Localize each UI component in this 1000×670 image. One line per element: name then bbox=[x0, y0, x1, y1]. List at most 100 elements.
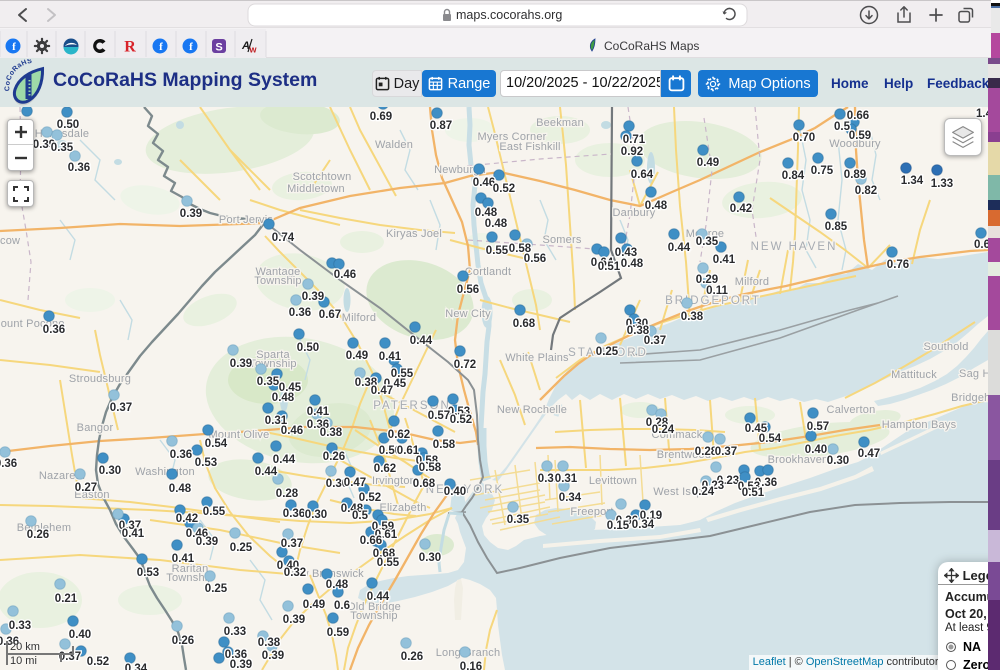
svg-text:0.58: 0.58 bbox=[419, 462, 442, 474]
svg-text:Hampton Bays: Hampton Bays bbox=[882, 419, 957, 431]
svg-text:0.66: 0.66 bbox=[847, 110, 869, 122]
svg-text:0.55: 0.55 bbox=[377, 557, 400, 569]
svg-text:0.92: 0.92 bbox=[621, 146, 643, 158]
svg-text:0.72: 0.72 bbox=[454, 359, 476, 371]
svg-text:0.16: 0.16 bbox=[460, 661, 482, 670]
svg-text:0.62: 0.62 bbox=[388, 429, 410, 441]
svg-text:0.30: 0.30 bbox=[99, 465, 121, 477]
svg-text:0.32: 0.32 bbox=[284, 567, 306, 579]
svg-text:0.44: 0.44 bbox=[255, 466, 278, 478]
svg-text:0.76: 0.76 bbox=[887, 259, 909, 271]
svg-text:New Rochelle: New Rochelle bbox=[497, 404, 567, 416]
svg-text:0.70: 0.70 bbox=[793, 132, 815, 144]
svg-text:0.36: 0.36 bbox=[68, 162, 90, 174]
svg-text:Milford: Milford bbox=[342, 312, 376, 324]
svg-text:0.40: 0.40 bbox=[69, 629, 91, 641]
svg-text:0.55: 0.55 bbox=[486, 245, 509, 257]
svg-text:0.39: 0.39 bbox=[283, 614, 305, 626]
svg-text:0.39: 0.39 bbox=[230, 358, 252, 370]
svg-text:0.40: 0.40 bbox=[444, 486, 466, 498]
svg-text:Bangor: Bangor bbox=[77, 422, 114, 434]
svg-text:0.74: 0.74 bbox=[272, 232, 295, 244]
svg-text:0.37: 0.37 bbox=[644, 335, 666, 347]
svg-text:0.51: 0.51 bbox=[742, 487, 765, 499]
svg-text:0.36: 0.36 bbox=[43, 324, 65, 336]
svg-text:0.25: 0.25 bbox=[596, 346, 619, 358]
svg-text:0.15: 0.15 bbox=[607, 520, 630, 532]
svg-text:0.35: 0.35 bbox=[696, 236, 719, 248]
svg-text:0.89: 0.89 bbox=[844, 169, 866, 181]
svg-text:0.48: 0.48 bbox=[272, 392, 295, 404]
svg-text:Sag Ha: Sag Ha bbox=[959, 368, 988, 380]
svg-text:Irvington: Irvington bbox=[372, 475, 416, 487]
svg-text:1.34: 1.34 bbox=[901, 175, 924, 187]
svg-text:0.67: 0.67 bbox=[319, 309, 341, 321]
svg-text:Township: Township bbox=[254, 275, 301, 287]
svg-text:cow: cow bbox=[0, 235, 20, 247]
svg-text:Kiryas Joel: Kiryas Joel bbox=[386, 228, 442, 240]
svg-text:0.47: 0.47 bbox=[371, 385, 393, 397]
svg-text:0.58: 0.58 bbox=[433, 439, 456, 451]
svg-text:0.85: 0.85 bbox=[825, 221, 848, 233]
svg-text:0.30: 0.30 bbox=[827, 455, 849, 467]
svg-text:0.48: 0.48 bbox=[621, 258, 644, 270]
svg-text:0.41: 0.41 bbox=[307, 406, 330, 418]
svg-text:0.30: 0.30 bbox=[419, 552, 441, 564]
svg-text:0.82: 0.82 bbox=[855, 185, 877, 197]
svg-text:0.39: 0.39 bbox=[196, 536, 218, 548]
svg-text:f: f bbox=[189, 41, 193, 53]
svg-text:0.37: 0.37 bbox=[715, 446, 737, 458]
svg-text:0.33: 0.33 bbox=[224, 626, 246, 638]
svg-text:0.42: 0.42 bbox=[176, 513, 198, 525]
svg-text:f: f bbox=[12, 41, 16, 53]
svg-text:New City: New City bbox=[445, 308, 491, 320]
svg-text:0.26: 0.26 bbox=[401, 651, 423, 663]
svg-text:East Fishkill: East Fishkill bbox=[499, 141, 560, 153]
svg-text:0.28: 0.28 bbox=[276, 488, 299, 500]
svg-text:0.56: 0.56 bbox=[524, 253, 546, 265]
svg-text:Somers: Somers bbox=[542, 234, 581, 246]
svg-text:0.49: 0.49 bbox=[346, 350, 368, 362]
svg-text:Stroudsburg: Stroudsburg bbox=[69, 373, 131, 385]
svg-text:0.30: 0.30 bbox=[305, 509, 327, 521]
svg-text:0.44: 0.44 bbox=[410, 335, 433, 347]
svg-text:0.44: 0.44 bbox=[367, 591, 390, 603]
svg-text:Township: Township bbox=[350, 610, 397, 622]
svg-text:Southold: Southold bbox=[923, 341, 968, 353]
svg-text:0.21: 0.21 bbox=[55, 593, 78, 605]
svg-text:0.87: 0.87 bbox=[430, 120, 452, 132]
svg-text:Walden: Walden bbox=[375, 139, 413, 151]
svg-text:0.52: 0.52 bbox=[450, 414, 472, 426]
svg-text:0.36: 0.36 bbox=[289, 307, 311, 319]
svg-text:0.38: 0.38 bbox=[320, 427, 343, 439]
svg-text:0.11: 0.11 bbox=[706, 285, 728, 297]
svg-text:0.39: 0.39 bbox=[230, 659, 252, 670]
svg-text:0.53: 0.53 bbox=[137, 567, 159, 579]
svg-text:0.39: 0.39 bbox=[302, 291, 324, 303]
svg-text:0.26: 0.26 bbox=[323, 451, 345, 463]
svg-text:0.41: 0.41 bbox=[122, 528, 145, 540]
svg-text:0.48: 0.48 bbox=[169, 483, 192, 495]
svg-text:Elizabeth: Elizabeth bbox=[379, 502, 426, 514]
svg-text:0.49: 0.49 bbox=[697, 157, 719, 169]
svg-text:0.36: 0.36 bbox=[170, 449, 192, 461]
svg-text:0.50: 0.50 bbox=[297, 342, 319, 354]
svg-text:0.37: 0.37 bbox=[110, 402, 132, 414]
svg-text:0.47: 0.47 bbox=[858, 448, 880, 460]
svg-text:0.26: 0.26 bbox=[172, 635, 194, 647]
svg-text:maps.cocorahs.org: maps.cocorahs.org bbox=[456, 8, 562, 22]
svg-text:0.48: 0.48 bbox=[326, 579, 349, 591]
svg-text:0.33: 0.33 bbox=[9, 620, 31, 632]
svg-text:0.35: 0.35 bbox=[257, 376, 280, 388]
svg-text:Beekman: Beekman bbox=[536, 117, 584, 129]
svg-text:0.53: 0.53 bbox=[195, 457, 217, 469]
svg-text:0.56: 0.56 bbox=[457, 284, 479, 296]
svg-text:0.47: 0.47 bbox=[344, 477, 366, 489]
svg-text:S: S bbox=[215, 42, 222, 54]
svg-text:0.84: 0.84 bbox=[782, 170, 805, 182]
svg-text:Milford: Milford bbox=[735, 276, 769, 288]
svg-text:f: f bbox=[159, 41, 163, 53]
svg-text:0.52: 0.52 bbox=[87, 656, 109, 668]
svg-text:R: R bbox=[124, 39, 136, 56]
svg-text:0.68: 0.68 bbox=[413, 478, 436, 490]
